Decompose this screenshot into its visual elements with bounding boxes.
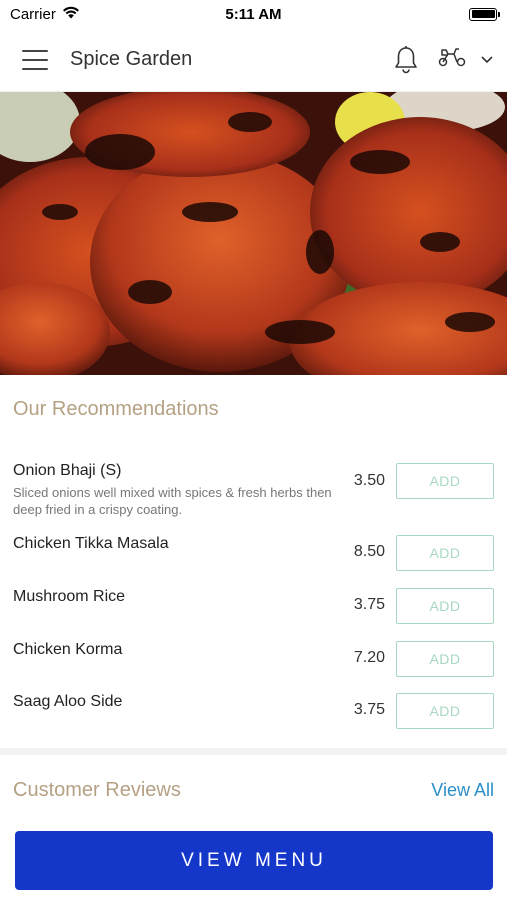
section-divider — [0, 748, 507, 755]
add-button[interactable]: ADD — [396, 588, 494, 624]
delivery-mode-selector[interactable] — [437, 46, 493, 73]
item-price: 3.75 — [353, 701, 385, 718]
status-time: 5:11 AM — [225, 5, 282, 23]
status-left: Carrier — [10, 6, 170, 23]
reviews-heading: Customer Reviews — [13, 779, 181, 801]
bell-icon[interactable] — [393, 45, 419, 75]
header-actions — [393, 45, 493, 75]
recommendations-heading: Our Recommendations — [13, 398, 219, 420]
scooter-icon — [437, 46, 467, 73]
wifi-icon — [62, 6, 80, 23]
add-button[interactable]: ADD — [396, 535, 494, 571]
item-name: Onion Bhaji (S) — [13, 462, 122, 479]
status-bar: Carrier 5:11 AM — [0, 0, 507, 28]
item-price: 8.50 — [353, 543, 385, 560]
carrier-label: Carrier — [10, 5, 56, 23]
item-name: Chicken Tikka Masala — [13, 535, 169, 552]
chevron-down-icon — [481, 51, 493, 69]
restaurant-title: Spice Garden — [70, 48, 193, 70]
add-button[interactable]: ADD — [396, 693, 494, 729]
battery-icon — [469, 7, 500, 21]
item-description: Sliced onions well mixed with spices & f… — [13, 485, 332, 517]
item-name: Saag Aloo Side — [13, 693, 123, 710]
item-name: Chicken Korma — [13, 641, 123, 658]
item-name: Mushroom Rice — [13, 588, 126, 605]
item-price: 3.75 — [353, 596, 385, 613]
hero-food-image — [0, 92, 507, 375]
status-right — [337, 7, 500, 21]
menu-icon[interactable] — [22, 49, 48, 70]
view-all-reviews-link[interactable]: View All — [431, 780, 494, 801]
item-price: 7.20 — [353, 649, 385, 666]
add-button[interactable]: ADD — [396, 463, 494, 499]
view-menu-button[interactable]: VIEW MENU — [15, 831, 493, 890]
item-price: 3.50 — [353, 472, 385, 489]
add-button[interactable]: ADD — [396, 641, 494, 677]
app-header: Spice Garden — [0, 28, 507, 92]
